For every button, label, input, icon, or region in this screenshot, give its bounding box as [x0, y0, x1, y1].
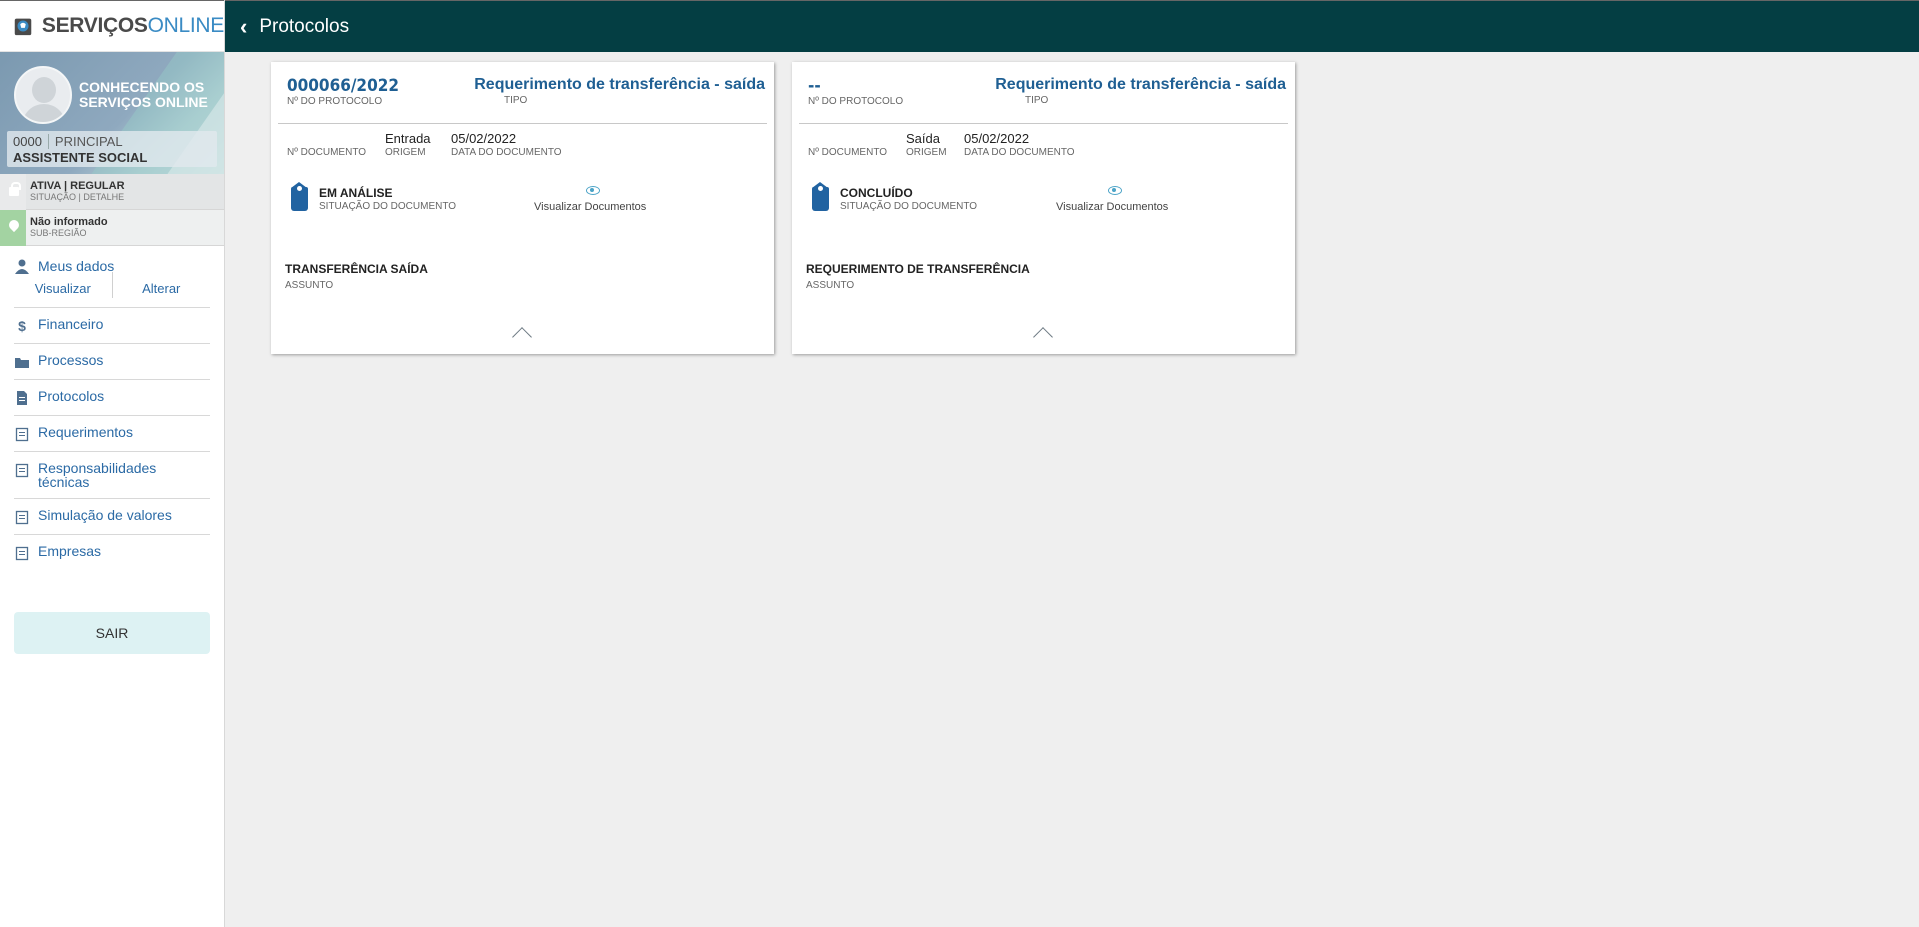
- status-row: ATIVA | REGULAR SITUAÇÃO | DETALHE: [0, 174, 224, 210]
- document-date: 05/02/2022: [964, 131, 1030, 146]
- profession: ASSISTENTE SOCIAL: [13, 150, 148, 165]
- sidebar-item-financeiro[interactable]: $ Financeiro: [14, 308, 210, 344]
- menu-item-label: Protocolos: [38, 388, 105, 404]
- view-documents-link[interactable]: Visualizar Documentos: [1056, 201, 1168, 213]
- status-label: SITUAÇÃO | DETALHE: [30, 192, 125, 202]
- document-origin: Saída: [906, 131, 940, 146]
- tag-icon: [812, 182, 829, 211]
- region-value: Não informado: [30, 216, 108, 228]
- document-origin-label: ORIGEM: [385, 147, 426, 158]
- avatar: [14, 66, 72, 124]
- registration-category: PRINCIPAL: [54, 134, 123, 149]
- document-date-label: DATA DO DOCUMENTO: [451, 147, 562, 158]
- eye-icon[interactable]: [1108, 186, 1122, 195]
- tag-icon: [291, 182, 308, 211]
- logo-text-part2: ONLINE: [147, 14, 225, 37]
- logo-icon: [14, 18, 32, 36]
- document-status: CONCLUÍDO: [840, 186, 913, 200]
- protocol-number: --: [808, 76, 821, 96]
- page-title: Protocolos: [259, 15, 350, 37]
- menu-item-label: Meus dados: [38, 258, 115, 274]
- clipboard-icon: [15, 510, 29, 525]
- sidebar-item-requerimentos[interactable]: Requerimentos: [14, 416, 210, 452]
- my-data-edit-link[interactable]: Alterar: [113, 278, 211, 299]
- protocol-type-label: TIPO: [1025, 95, 1049, 106]
- protocol-type-label: TIPO: [504, 95, 528, 106]
- document-status-label: SITUAÇÃO DO DOCUMENTO: [840, 201, 978, 212]
- sidebar-item-simulacao-de-valores[interactable]: Simulação de valores: [14, 499, 210, 535]
- document-status: EM ANÁLISE: [319, 186, 393, 200]
- header-bar: ‹ Protocolos: [225, 0, 1919, 52]
- registration-number: 0000: [13, 134, 49, 149]
- document-date: 05/02/2022: [451, 131, 517, 146]
- protocol-type: Requerimento de transferência - saída: [474, 76, 765, 93]
- protocol-number-label: Nº DO PROTOCOLO: [287, 96, 383, 107]
- protocol-number: 000066/2022: [287, 76, 400, 96]
- document-number-label: Nº DOCUMENTO: [287, 147, 367, 158]
- menu-item-label: Requerimentos: [38, 424, 133, 440]
- menu-item-label: Financeiro: [38, 316, 104, 332]
- dollar-icon: $: [18, 318, 26, 334]
- document-origin: Entrada: [385, 131, 431, 146]
- protocol-type: Requerimento de transferência - saída: [995, 76, 1286, 93]
- subject-label: ASSUNTO: [285, 280, 334, 291]
- protocol-card: 000066/2022 Nº DO PROTOCOLO Requerimento…: [271, 62, 774, 354]
- menu-item-label: Empresas: [38, 543, 102, 559]
- lock-icon: [9, 182, 21, 196]
- logo-text: SERVIÇOSONLINE: [42, 14, 224, 38]
- folder-icon: [15, 358, 29, 368]
- document-icon: [17, 391, 27, 405]
- menu-item-label: Simulação de valores: [38, 507, 172, 523]
- subject: TRANSFERÊNCIA SAÍDA: [285, 262, 428, 276]
- registration-box: 0000 PRINCIPAL ASSISTENTE SOCIAL: [7, 131, 217, 167]
- region-label: SUB-REGIÃO: [30, 228, 87, 238]
- protocol-number-label: Nº DO PROTOCOLO: [808, 96, 904, 107]
- sidebar-item-processos[interactable]: Processos: [14, 344, 210, 380]
- protocol-card: -- Nº DO PROTOCOLO Requerimento de trans…: [792, 62, 1295, 354]
- menu-item-label: Processos: [38, 352, 104, 368]
- eye-icon[interactable]: [586, 186, 600, 195]
- logo[interactable]: SERVIÇOSONLINE: [0, 0, 224, 52]
- chevron-left-icon[interactable]: ‹: [240, 15, 247, 37]
- region-row: Não informado SUB-REGIÃO: [0, 210, 224, 246]
- document-date-label: DATA DO DOCUMENTO: [964, 147, 1075, 158]
- document-number-label: Nº DOCUMENTO: [808, 147, 888, 158]
- subject-label: ASSUNTO: [806, 280, 855, 291]
- document-status-label: SITUAÇÃO DO DOCUMENTO: [319, 201, 457, 212]
- sidebar-menu: Meus dados Visualizar Alterar $ Financei…: [0, 246, 224, 570]
- subject: REQUERIMENTO DE TRANSFERÊNCIA: [806, 262, 1030, 276]
- user-icon: [15, 259, 29, 274]
- sidebar: SERVIÇOSONLINE CONHECENDO OS SERVIÇOS ON…: [0, 0, 225, 927]
- status-value: ATIVA | REGULAR: [30, 180, 125, 192]
- chevron-up-icon[interactable]: [1033, 327, 1053, 347]
- sidebar-item-responsabilidades-tecnicas[interactable]: Responsabilidades técnicas: [14, 452, 210, 499]
- view-documents-link[interactable]: Visualizar Documentos: [534, 201, 646, 213]
- location-pin-icon: [6, 217, 22, 233]
- my-data-view-link[interactable]: Visualizar: [14, 278, 112, 299]
- clipboard-icon: [15, 427, 29, 442]
- logout-button[interactable]: SAIR: [14, 612, 210, 654]
- document-origin-label: ORIGEM: [906, 147, 947, 158]
- logo-text-part1: SERVIÇOS: [41, 14, 148, 37]
- clipboard-icon: [15, 463, 29, 478]
- sidebar-item-empresas[interactable]: Empresas: [14, 535, 210, 570]
- menu-my-data: Meus dados Visualizar Alterar: [14, 256, 210, 308]
- menu-item-label: Responsabilidades técnicas: [38, 460, 157, 490]
- chevron-up-icon[interactable]: [512, 327, 532, 347]
- profile-panel: CONHECENDO OS SERVIÇOS ONLINE 0000 PRINC…: [0, 52, 224, 174]
- profile-name: CONHECENDO OS SERVIÇOS ONLINE: [79, 79, 208, 110]
- clipboard-icon: [15, 546, 29, 561]
- sidebar-item-protocolos[interactable]: Protocolos: [14, 380, 210, 416]
